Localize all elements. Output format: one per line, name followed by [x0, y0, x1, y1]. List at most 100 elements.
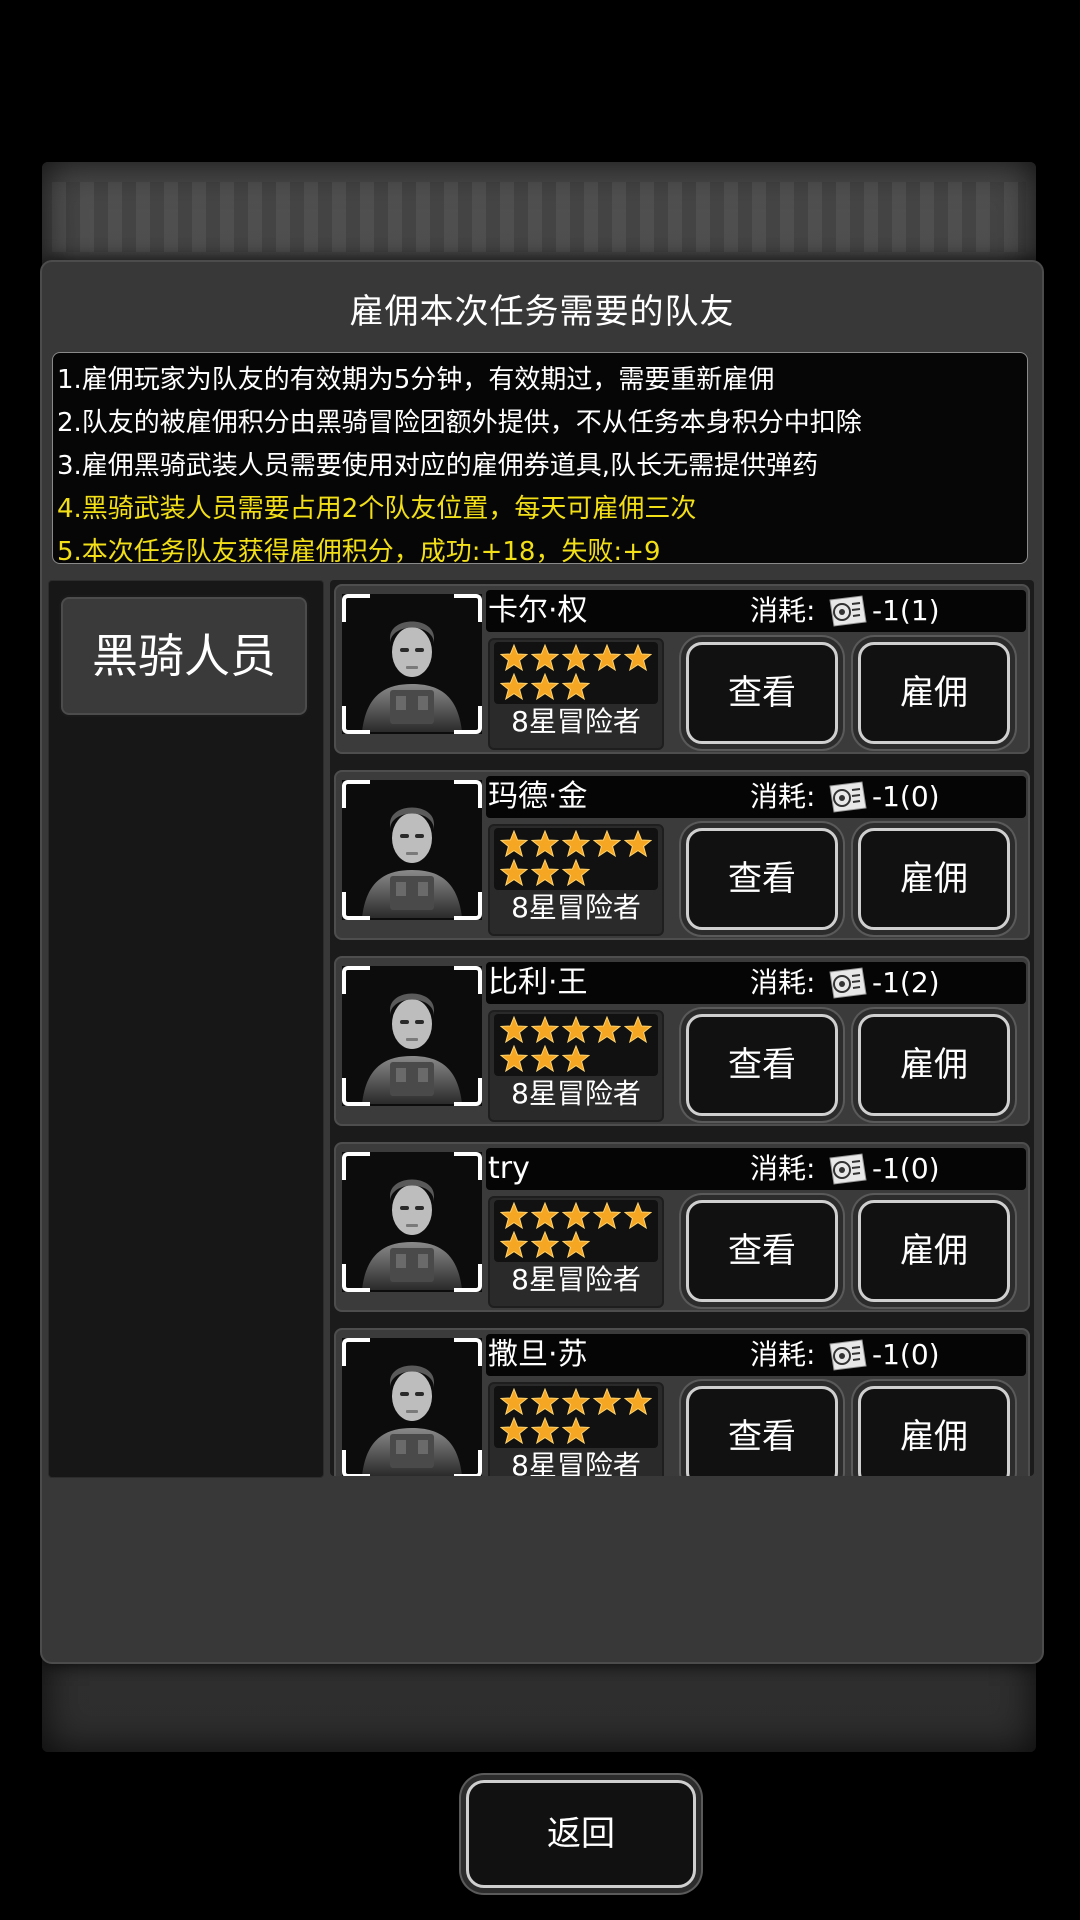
cost-value: -1(2) — [872, 966, 940, 999]
star-icon — [561, 829, 591, 858]
star-icon — [623, 643, 653, 672]
hire-button[interactable]: 雇佣 — [858, 642, 1010, 744]
star-icon — [530, 829, 560, 858]
rank-label: 8星冒险者 — [511, 891, 641, 924]
soldier-portrait — [342, 780, 482, 920]
soldier-portrait — [342, 1152, 482, 1292]
star-rating — [494, 642, 658, 704]
star-icon — [561, 1201, 591, 1230]
view-button[interactable]: 查看 — [686, 1014, 838, 1116]
view-button[interactable]: 查看 — [686, 1200, 838, 1302]
soldier-portrait — [342, 1338, 482, 1476]
star-icon — [499, 1044, 529, 1073]
soldier-portrait-icon — [362, 1365, 462, 1476]
star-icon — [561, 672, 591, 701]
star-icon — [592, 643, 622, 672]
mercenary-row-4: try 消耗: -1(0) 8星冒险者 查看 雇佣 — [334, 1142, 1030, 1312]
rule-4: 4.黑骑武装人员需要占用2个队友位置，每天可雇佣三次 — [57, 494, 697, 524]
tab-black-knight-staff[interactable]: 黑骑人员 — [59, 595, 309, 717]
soldier-portrait-icon — [362, 1179, 462, 1290]
star-icon — [499, 1201, 529, 1230]
mercenary-row-1: 卡尔·权 消耗: -1(1) 8星冒险者 查看 雇佣 — [334, 584, 1030, 754]
cost-label: 消耗: — [750, 1152, 816, 1185]
mercenary-list[interactable]: 卡尔·权 消耗: -1(1) 8星冒险者 查看 雇佣 玛德·金 消耗: -1(0… — [330, 580, 1034, 1476]
star-icon — [561, 643, 591, 672]
star-rating — [494, 1014, 658, 1076]
star-icon — [530, 1230, 560, 1259]
view-button[interactable]: 查看 — [686, 642, 838, 744]
star-icon — [530, 1015, 560, 1044]
rule-2: 2.队友的被雇佣积分由黑骑冒险团额外提供，不从任务本身积分中扣除 — [57, 408, 862, 438]
rating-box: 8星冒险者 — [488, 1196, 664, 1308]
star-icon — [592, 1201, 622, 1230]
cost-label: 消耗: — [750, 1338, 816, 1371]
hire-dialog: 雇佣本次任务需要的队友 1.雇佣玩家为队友的有效期为5分钟，有效期过，需要重新雇… — [40, 260, 1044, 1888]
star-icon — [499, 829, 529, 858]
star-icon — [561, 1044, 591, 1073]
mercenary-name: try — [488, 1151, 530, 1186]
hire-ticket-icon — [829, 967, 867, 999]
back-button[interactable]: 返回 — [466, 1780, 696, 1888]
star-icon — [499, 643, 529, 672]
star-icon — [561, 1230, 591, 1259]
hire-button[interactable]: 雇佣 — [858, 1200, 1010, 1302]
mercenary-row-5: 撒旦·苏 消耗: -1(0) 8星冒险者 查看 雇佣 — [334, 1328, 1030, 1476]
star-icon — [530, 1387, 560, 1416]
star-rating — [494, 1386, 658, 1448]
star-icon — [530, 643, 560, 672]
mercenary-header: 比利·王 消耗: -1(2) — [486, 962, 1026, 1004]
mercenary-header: 卡尔·权 消耗: -1(1) — [486, 590, 1026, 632]
star-icon — [530, 1201, 560, 1230]
rule-1: 1.雇佣玩家为队友的有效期为5分钟，有效期过，需要重新雇佣 — [57, 365, 775, 395]
soldier-portrait — [342, 966, 482, 1106]
star-icon — [561, 1416, 591, 1445]
hire-button[interactable]: 雇佣 — [858, 1386, 1010, 1476]
star-icon — [561, 1387, 591, 1416]
rule-3: 3.雇佣黑骑武装人员需要使用对应的雇佣券道具,队长无需提供弹药 — [57, 451, 819, 481]
hire-ticket-icon — [829, 1339, 867, 1371]
mercenary-name: 玛德·金 — [488, 779, 588, 814]
mercenary-row-3: 比利·王 消耗: -1(2) 8星冒险者 查看 雇佣 — [334, 956, 1030, 1126]
star-icon — [499, 1387, 529, 1416]
rating-box: 8星冒险者 — [488, 1010, 664, 1122]
rank-label: 8星冒险者 — [511, 1077, 641, 1110]
star-icon — [530, 672, 560, 701]
rating-box: 8星冒险者 — [488, 824, 664, 936]
hire-button[interactable]: 雇佣 — [858, 1014, 1010, 1116]
star-rating — [494, 1200, 658, 1262]
view-button[interactable]: 查看 — [686, 1386, 838, 1476]
cost-value: -1(1) — [872, 594, 940, 627]
star-icon — [561, 1015, 591, 1044]
star-icon — [561, 858, 591, 887]
star-icon — [623, 829, 653, 858]
mercenary-header: try 消耗: -1(0) — [486, 1148, 1026, 1190]
soldier-portrait-icon — [362, 621, 462, 732]
cost-value: -1(0) — [872, 1152, 940, 1185]
rating-box: 8星冒险者 — [488, 638, 664, 750]
hire-ticket-icon — [829, 595, 867, 627]
mercenary-name: 比利·王 — [488, 965, 588, 1000]
hire-button[interactable]: 雇佣 — [858, 828, 1010, 930]
star-icon — [592, 829, 622, 858]
soldier-portrait — [342, 594, 482, 734]
cost-label: 消耗: — [750, 594, 816, 627]
star-icon — [499, 1015, 529, 1044]
star-icon — [623, 1201, 653, 1230]
dialog-title: 雇佣本次任务需要的队友 — [349, 292, 735, 332]
view-button[interactable]: 查看 — [686, 828, 838, 930]
soldier-portrait-icon — [362, 993, 462, 1104]
mercenary-name: 撒旦·苏 — [488, 1337, 588, 1372]
mercenary-header: 撒旦·苏 消耗: -1(0) — [486, 1334, 1026, 1376]
star-icon — [623, 1015, 653, 1044]
star-rating — [494, 828, 658, 890]
star-icon — [530, 1416, 560, 1445]
cost-label: 消耗: — [750, 966, 816, 999]
star-icon — [530, 1044, 560, 1073]
category-sidebar: 黑骑人员 — [48, 580, 324, 1478]
star-icon — [499, 1230, 529, 1259]
rank-label: 8星冒险者 — [511, 705, 641, 738]
rank-label: 8星冒险者 — [511, 1449, 641, 1476]
rating-box: 8星冒险者 — [488, 1382, 664, 1476]
mercenary-name: 卡尔·权 — [488, 593, 588, 628]
hire-ticket-icon — [829, 781, 867, 813]
